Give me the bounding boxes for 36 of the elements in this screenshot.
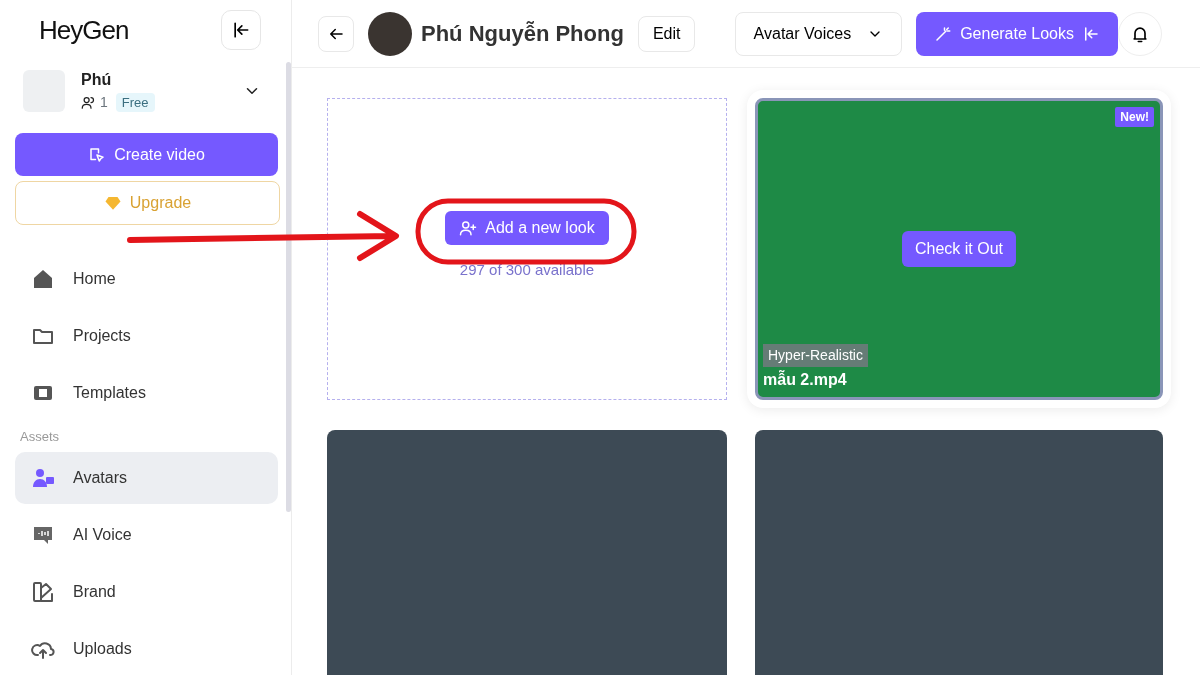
section-heading: Assets <box>20 428 60 446</box>
nav-item[interactable]: Uploads <box>15 622 278 675</box>
palette-icon <box>31 579 55 604</box>
collapse-icon <box>231 20 251 40</box>
plan-label: Free <box>115 92 155 113</box>
nav-item[interactable]: Avatars <box>15 451 278 504</box>
collapse-icon <box>1082 24 1100 43</box>
style-tag: Hyper-Realistic <box>763 344 868 367</box>
nav-item[interactable]: Home <box>15 253 278 305</box>
notifications-button[interactable] <box>1118 11 1162 56</box>
avatar-name: Phú Nguyễn Phong <box>421 20 624 48</box>
generate-looks-button[interactable]: Generate Looks <box>916 11 1118 56</box>
check-it-out-button[interactable]: Check it Out <box>902 231 1016 267</box>
diamond-icon <box>103 194 122 212</box>
workspace-name: Phú <box>81 70 113 90</box>
cursor-icon <box>88 145 107 164</box>
members-icon <box>81 95 96 110</box>
add-person-icon <box>459 218 478 237</box>
looks-available-text: 297 of 300 available <box>459 259 595 280</box>
member-count: 1 <box>100 93 108 112</box>
collapse-sidebar-button[interactable] <box>221 10 261 50</box>
avatar-photo-placeholder <box>368 11 412 56</box>
edit-button[interactable]: Edit <box>637 15 696 52</box>
nav-item[interactable]: Templates <box>15 367 278 419</box>
nav-item[interactable]: AI Voice <box>15 508 278 561</box>
add-look-button[interactable]: Add a new look <box>445 210 609 245</box>
logo: HeyGen <box>39 13 129 47</box>
create-video-button[interactable]: Create video <box>15 133 278 176</box>
home-icon <box>31 267 55 291</box>
video-filename: mẫu 2.mp4 <box>763 369 847 390</box>
nav-item[interactable]: Projects <box>15 310 278 362</box>
nav-item[interactable]: Brand <box>15 565 278 618</box>
new-badge: New! <box>1115 107 1154 127</box>
back-button[interactable] <box>318 15 354 52</box>
avatar-voices-dropdown[interactable]: Avatar Voices <box>734 11 903 56</box>
magic-wand-icon <box>934 24 953 43</box>
